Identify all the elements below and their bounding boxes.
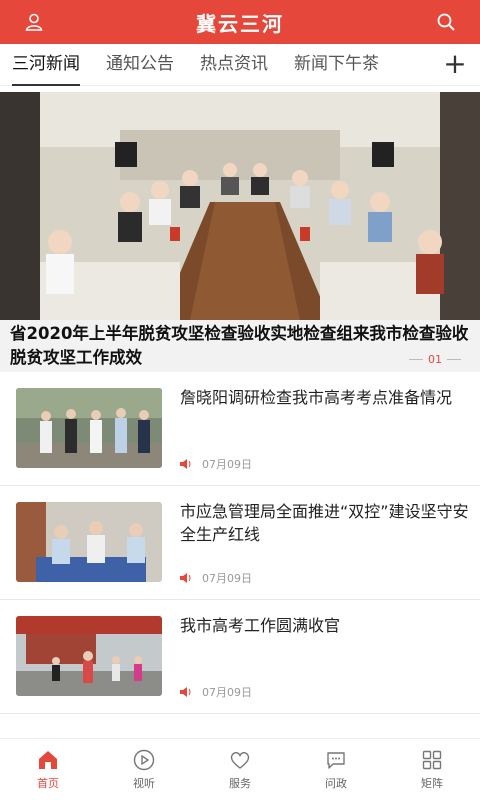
- nav-label-home: 首页: [37, 777, 59, 790]
- heart-icon: [230, 752, 250, 769]
- carousel-indicator: 01: [404, 353, 466, 366]
- app: 冀云三河 三河新闻 通知公告 热点资讯 新闻下午茶 + 省2020年上半年脱贫攻…: [0, 0, 480, 800]
- user-button[interactable]: [20, 8, 48, 36]
- news-date: 07月09日: [202, 572, 252, 585]
- news-list: 詹晓阳调研检查我市高考考点准备情况 07月09日 市应急管理局全面推进“双控”建…: [0, 372, 480, 714]
- speaker-icon[interactable]: [180, 459, 192, 469]
- tab-notices[interactable]: 通知公告: [106, 44, 174, 86]
- hero-banner[interactable]: 省2020年上半年脱贫攻坚检查验收实地检查组来我市检查验收脱贫攻坚工作成效 01: [0, 92, 480, 372]
- indicator-line-left: [409, 359, 423, 360]
- speaker-icon[interactable]: [180, 687, 192, 697]
- news-date: 07月09日: [202, 458, 252, 471]
- user-icon: [25, 13, 43, 31]
- news-thumbnail: [16, 616, 162, 696]
- news-title: 我市高考工作圆满收官: [180, 616, 341, 635]
- bottom-nav: 首页 视听 服务 问政 矩阵: [0, 738, 480, 800]
- news-meta: 07月09日: [180, 570, 252, 586]
- search-button[interactable]: [432, 8, 460, 36]
- hero-caption: 省2020年上半年脱贫攻坚检查验收实地检查组来我市检查验收脱贫攻坚工作成效 01: [0, 320, 480, 372]
- nav-label-inquiry: 问政: [325, 777, 347, 790]
- news-meta: 07月09日: [180, 456, 252, 472]
- nav-inquiry[interactable]: 问政: [288, 739, 384, 800]
- indicator-line-right: [447, 359, 461, 360]
- speaker-icon[interactable]: [180, 573, 192, 583]
- list-item[interactable]: 詹晓阳调研检查我市高考考点准备情况 07月09日: [0, 372, 480, 486]
- play-icon: [133, 749, 155, 771]
- grid-icon: [422, 750, 442, 770]
- app-title: 冀云三河: [196, 11, 284, 36]
- hero-title: 省2020年上半年脱贫攻坚检查验收实地检查组来我市检查验收脱贫攻坚工作成效: [10, 324, 469, 367]
- nav-service[interactable]: 服务: [192, 739, 288, 800]
- nav-video[interactable]: 视听: [96, 739, 192, 800]
- nav-label-service: 服务: [229, 777, 251, 790]
- tab-afternoon-tea[interactable]: 新闻下午茶: [294, 44, 379, 86]
- nav-matrix[interactable]: 矩阵: [384, 739, 480, 800]
- nav-label-matrix: 矩阵: [421, 777, 443, 790]
- add-tab-button[interactable]: +: [440, 48, 470, 82]
- news-title: 詹晓阳调研检查我市高考考点准备情况: [180, 388, 453, 407]
- list-item[interactable]: 我市高考工作圆满收官 07月09日: [0, 600, 480, 714]
- nav-home[interactable]: 首页: [0, 739, 96, 800]
- news-title: 市应急管理局全面推进“双控”建设坚守安全生产红线: [180, 502, 469, 544]
- category-tabs: 三河新闻 通知公告 热点资讯 新闻下午茶 +: [0, 44, 480, 86]
- news-meta: 07月09日: [180, 684, 252, 700]
- tab-hot-news[interactable]: 热点资讯: [200, 44, 268, 86]
- news-date: 07月09日: [202, 686, 252, 699]
- chat-icon: [327, 752, 345, 769]
- tab-sanhe-news[interactable]: 三河新闻: [12, 44, 80, 86]
- home-icon: [39, 751, 57, 769]
- app-header: 冀云三河: [0, 0, 480, 44]
- carousel-page-number: 01: [428, 353, 442, 366]
- news-thumbnail: [16, 388, 162, 468]
- news-thumbnail: [16, 502, 162, 582]
- search-icon: [437, 13, 455, 31]
- hero-photo: [0, 92, 480, 320]
- list-item[interactable]: 市应急管理局全面推进“双控”建设坚守安全生产红线 07月09日: [0, 486, 480, 600]
- nav-label-video: 视听: [133, 777, 155, 790]
